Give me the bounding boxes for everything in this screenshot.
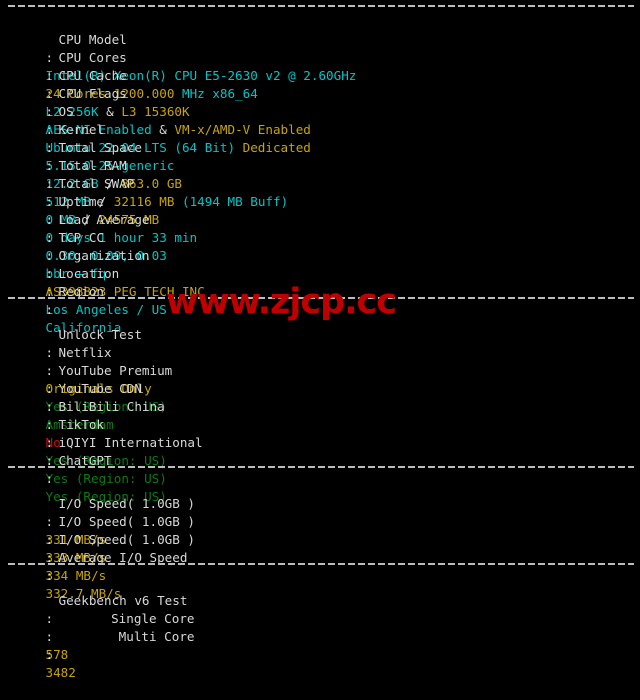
row-tiktok: TikTok : Yes (Region: US)	[0, 398, 640, 468]
row-cpu-cores: CPU Cores : 24 Cores 1200.000 MHz x86_64	[0, 31, 640, 101]
row-io-speed-1: I/O Speed( 1.0GB ) : 331 MB/s	[0, 477, 640, 547]
row-geekbench-header: Geekbench v6 Test :	[0, 574, 640, 626]
row-netflix: Netflix : Originals Only	[0, 326, 640, 396]
separator-geekbench	[0, 556, 640, 574]
value-multi-core: 3482	[45, 665, 76, 680]
separator-io	[0, 459, 640, 477]
row-region: Region : California	[0, 265, 640, 335]
row-location: Location : Los Angeles / US	[0, 247, 640, 317]
row-tcp-cc: TCP CC : bbr + fq	[0, 211, 640, 281]
row-unlock-test-header: Unlock Test :	[0, 308, 640, 360]
separator-unlock	[0, 290, 640, 308]
row-average-io-speed: Average I/O Speed : 332.7 MB/s	[0, 531, 640, 601]
separator-top	[0, 0, 640, 13]
row-os: OS : Ubuntu 22.04 LTS (64 Bit) Dedicated	[0, 85, 640, 155]
geekbench-section: Geekbench v6 Test : Single Core : 578 Mu…	[0, 574, 640, 680]
row-kernel: Kernel : 5.15.0-25-generic	[0, 103, 640, 173]
colon: :	[45, 647, 54, 662]
row-io-speed-2: I/O Speed( 1.0GB ) : 333 MB/s	[0, 495, 640, 565]
label-multi-core: Multi Core	[118, 629, 195, 644]
row-uptime: Uptime : 0 days 1 hour 33 min	[0, 175, 640, 245]
row-youtube-cdn: YouTube CDN : Amsterdam	[0, 362, 640, 432]
row-youtube-premium: YouTube Premium : Yes (Region: US)	[0, 344, 640, 414]
row-total-space: Total Space : 12.2 GB / 863.0 GB	[0, 121, 640, 191]
row-single-core: Single Core : 578	[0, 592, 640, 662]
row-cpu-cache: CPU Cache : L2 256K & L3 15360K	[0, 49, 640, 119]
io-speed-section: I/O Speed( 1.0GB ) : 331 MB/s I/O Speed(…	[0, 477, 640, 601]
row-chatgpt: ChatGPT : Yes (Region: US)	[0, 434, 640, 504]
terminal-window: CPU Model : Intel(R) Xeon(R) CPU E5-2630…	[0, 0, 640, 680]
row-organization: Organization : AS398823 PEG TECH INC	[0, 229, 640, 299]
row-io-speed-3: I/O Speed( 1.0GB ) : 334 MB/s	[0, 513, 640, 583]
row-bilibili-china: BiliBili China : No	[0, 380, 640, 450]
unlock-test-section: Unlock Test : Netflix : Originals Only Y…	[0, 308, 640, 504]
row-multi-core: Multi Core : 3482	[0, 610, 640, 680]
row-cpu-model: CPU Model : Intel(R) Xeon(R) CPU E5-2630…	[0, 13, 640, 83]
row-iqiyi-international: iQIYI International : Yes (Region: US)	[0, 416, 640, 486]
row-load-average: Load Average : 0.30, 0.09, 0.03	[0, 193, 640, 263]
system-info-section: CPU Model : Intel(R) Xeon(R) CPU E5-2630…	[0, 13, 640, 335]
row-total-ram: Total RAM : 512 MB / 32116 MB (1494 MB B…	[0, 139, 640, 209]
row-total-swap: Total SWAP : 0 MB / 24575 MB	[0, 157, 640, 227]
row-cpu-flags: CPU Flags : AES-NI Enabled & VM-x/AMD-V …	[0, 67, 640, 137]
